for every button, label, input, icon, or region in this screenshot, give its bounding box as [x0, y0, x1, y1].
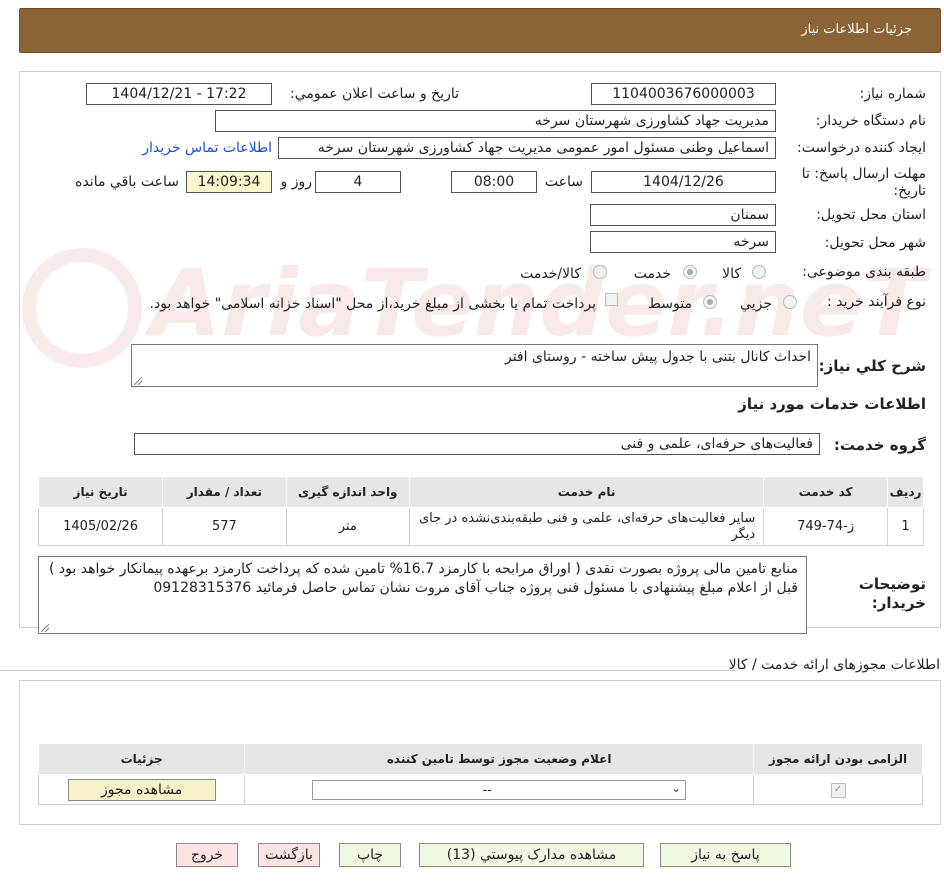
permits-table-wrap: الزامی بودن ارائه مجوز اعلام وضعیت مجوز … [37, 743, 923, 805]
province-field: سمنان [590, 204, 776, 226]
cell-permit-details: مشاهده مجوز [37, 774, 246, 805]
view-permit-button[interactable]: مشاهده مجوز [67, 778, 216, 801]
province-label: استان محل تحویل: [816, 207, 926, 223]
reply-button[interactable]: پاسخ به نیاز [660, 843, 791, 867]
announce-label: تاریخ و ساعت اعلان عمومي: [290, 86, 459, 102]
col-qty: تعداد / مقدار [162, 476, 287, 508]
cell-permit-status: -- ⌄ [244, 774, 755, 805]
description-label: شرح کلي نیاز: [818, 357, 926, 375]
days-field: 4 [315, 171, 401, 193]
description-textarea: احداث کانال بتنی با جدول پیش ساخته - روس… [131, 344, 818, 387]
table-row: 1 ز-74-749 سایر فعالیت‌های حرفه‌ای، علمی… [37, 507, 924, 546]
permits-table: الزامی بودن ارائه مجوز اعلام وضعیت مجوز … [37, 743, 923, 805]
permits-title: اطلاعات مجوزهای ارائه خدمت / کالا [728, 657, 940, 673]
remaining-time-field: 14:09:34 [186, 171, 272, 193]
purchase-medium-label: متوسط [648, 296, 692, 312]
city-field: سرخه [590, 231, 776, 253]
col-date: تاریخ نیاز [37, 476, 164, 508]
services-section-title: اطلاعات خدمات مورد نیاز [738, 395, 926, 413]
cell-code: ز-74-749 [763, 507, 889, 546]
treasury-checkbox[interactable] [605, 293, 618, 306]
permit-status-value: -- [482, 782, 492, 798]
col-unit: واحد اندازه گیری [285, 476, 410, 508]
cell-date: 1405/02/26 [37, 507, 164, 546]
chevron-down-icon: ⌄ [671, 780, 682, 795]
permits-divider [0, 670, 737, 671]
remaining-label: ساعت باقي مانده [75, 174, 179, 190]
category-service-label: خدمت [633, 266, 671, 282]
buyer-org-field: مدیریت جهاد کشاورزی شهرستان سرخه [215, 110, 776, 132]
purchase-type-label: نوع فرآیند خرید : [827, 294, 926, 310]
description-text: احداث کانال بتنی با جدول پیش ساخته - روس… [504, 349, 811, 365]
buyer-notes-label: توضیحات خریدار: [858, 575, 926, 612]
watermark-logo-icon [22, 248, 142, 368]
page-title: جزئیات اطلاعات نیاز [801, 22, 912, 37]
col-permit-status: اعلام وضعیت مجوز توسط تامین کننده [244, 743, 755, 775]
category-both-label: کالا/خدمت [520, 266, 581, 282]
need-number-field: 1104003676000003 [591, 83, 776, 105]
announce-field: 1404/12/21 - 17:22 [86, 83, 272, 105]
purchase-small-label: جزيي [740, 296, 772, 312]
resize-grip-icon[interactable] [134, 377, 142, 385]
city-label: شهر محل تحویل: [824, 235, 926, 251]
category-goods-label: کالا [722, 266, 741, 282]
col-name: نام خدمت [408, 476, 765, 508]
resize-grip-icon[interactable] [41, 624, 49, 632]
time-label: ساعت [544, 174, 583, 190]
checkbox-checked-icon: ✓ [830, 783, 846, 798]
permit-status-select[interactable]: -- ⌄ [312, 779, 687, 800]
back-button[interactable]: بازگشت [258, 843, 320, 867]
cell-row: 1 [887, 507, 924, 546]
deadline-time-field: 08:00 [451, 171, 537, 193]
category-both-radio[interactable] [593, 265, 607, 279]
category-label: طبقه بندی موضوعی: [802, 264, 926, 280]
service-group-field: فعالیت‌های حرفه‌ای، علمی و فنی [134, 433, 820, 455]
service-group-label: گروه خدمت: [833, 436, 926, 454]
cell-name: سایر فعالیت‌های حرفه‌ای، علمی و فنی طبقه… [408, 507, 765, 546]
buyer-notes-line2: قبل از اعلام مبلغ پیشنهادی با مسئول فنی … [153, 580, 798, 596]
cell-qty: 577 [162, 507, 287, 546]
requester-label: ایجاد کننده درخواست: [797, 140, 926, 156]
col-code: کد خدمت [763, 476, 889, 508]
cell-permit-required: ✓ [753, 774, 923, 805]
exit-button[interactable]: خروج [176, 843, 238, 867]
col-permit-required: الزامی بودن ارائه مجوز [753, 743, 923, 775]
treasury-note: پرداخت تمام یا بخشی از مبلغ خرید،از محل … [149, 296, 596, 312]
buyer-notes-line1: منابع تامین مالی پروژه بصورت نقدی ( اورا… [49, 561, 798, 577]
permits-table-header: الزامی بودن ارائه مجوز اعلام وضعیت مجوز … [37, 743, 923, 775]
need-number-label: شماره نیاز: [859, 86, 927, 102]
services-table: ردیف کد خدمت نام خدمت واحد اندازه گیری ت… [37, 476, 924, 546]
purchase-small-radio[interactable] [783, 295, 797, 309]
buyer-org-label: نام دستگاه خریدار: [815, 113, 926, 129]
cell-unit: متر [285, 507, 410, 546]
days-label: روز و [280, 174, 313, 190]
buyer-contact-link[interactable]: اطلاعات تماس خریدار [142, 140, 272, 156]
category-goods-radio[interactable] [752, 265, 766, 279]
table-row: ✓ -- ⌄ مشاهده مجوز [37, 774, 923, 805]
services-table-header: ردیف کد خدمت نام خدمت واحد اندازه گیری ت… [37, 476, 924, 508]
purchase-medium-radio[interactable] [703, 295, 717, 309]
deadline-date-field: 1404/12/26 [591, 171, 776, 193]
print-button[interactable]: چاپ [339, 843, 401, 867]
col-row: ردیف [887, 476, 924, 508]
services-table-wrap: ردیف کد خدمت نام خدمت واحد اندازه گیری ت… [37, 476, 924, 546]
attachments-button[interactable]: مشاهده مدارک پیوستي (13) [419, 843, 644, 867]
deadline-label: مهلت ارسال پاسخ: تا تاریخ: [801, 166, 926, 199]
col-permit-details: جزئیات [37, 743, 246, 775]
buyer-notes-textarea: منابع تامین مالی پروژه بصورت نقدی ( اورا… [38, 556, 807, 634]
requester-field: اسماعیل وطنی مسئول امور عمومی مدیریت جها… [278, 137, 776, 159]
category-service-radio[interactable] [683, 265, 697, 279]
page-header: جزئیات اطلاعات نیاز [19, 8, 941, 53]
